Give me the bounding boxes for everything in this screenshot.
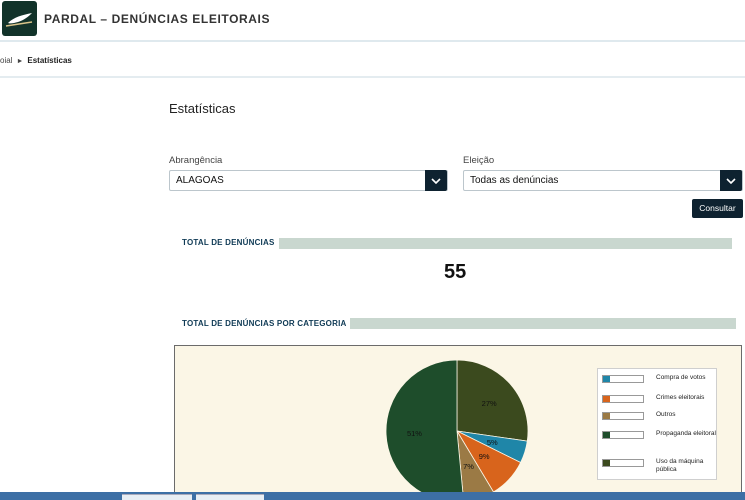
total-section-bar [279,238,732,249]
breadcrumb: oial ► Estatísticas [0,56,72,65]
legend-label: Compra de votos [656,374,706,381]
category-pie-chart: 27% 5% 9% 7% 51% [385,359,529,500]
pie-slice-label: 5% [487,438,498,447]
app-title: PARDAL – DENÚNCIAS ELEITORAIS [44,12,271,26]
pardal-logo[interactable] [2,1,37,36]
legend-swatch-color [603,413,610,419]
pie-slice-label: 7% [463,462,474,471]
legend-swatch-color [603,432,610,438]
eleicao-label: Eleição [463,155,495,166]
legend-swatch-color [603,396,610,402]
consultar-button[interactable]: Consultar [692,199,743,218]
header: PARDAL – DENÚNCIAS ELEITORAIS [0,0,745,42]
bird-icon [5,13,33,27]
legend-swatch [602,459,644,467]
page-title: Estatísticas [169,101,236,116]
legend-label: Outros [656,411,676,418]
legend-swatch [602,375,644,383]
eleicao-select[interactable]: Todas as denúncias [463,170,743,191]
total-value: 55 [444,261,467,283]
category-section-title: TOTAL DE DENÚNCIAS POR CATEGORIA [182,319,347,328]
breadcrumb-home-link[interactable]: oial [0,56,12,65]
taskbar [0,492,745,500]
chevron-down-icon[interactable] [425,170,447,191]
chart-legend: Compra de votos Crimes eleitorais Outros Pr… [597,368,717,480]
taskbar-button[interactable] [196,494,264,500]
legend-swatch-color [603,376,610,382]
breadcrumb-divider [0,76,745,78]
pie-slice[interactable] [385,359,464,500]
breadcrumb-current: Estatísticas [27,56,72,65]
abrangencia-value: ALAGOAS [176,175,224,186]
legend-label: Propaganda eleitoral [656,430,716,437]
pie-slice-label: 27% [482,399,497,408]
legend-swatch [602,431,644,439]
legend-swatch [602,412,644,420]
total-section-title: TOTAL DE DENÚNCIAS [182,238,275,247]
chevron-down-icon[interactable] [720,170,742,191]
legend-label: Uso da máquina pública [656,458,704,473]
category-section-bar [350,318,736,329]
pie-slice-label: 9% [479,452,490,461]
legend-label: Crimes eleitorais [656,394,705,401]
eleicao-value: Todas as denúncias [470,175,559,186]
taskbar-button[interactable] [122,494,192,500]
breadcrumb-separator: ► [16,58,24,65]
app-window: PARDAL – DENÚNCIAS ELEITORAIS oial ► Estat… [0,0,745,500]
legend-swatch-color [603,460,610,466]
pie-slice-label: 51% [407,429,422,438]
abrangencia-label: Abrangência [169,155,223,166]
legend-swatch [602,395,644,403]
category-chart-panel: 27% 5% 9% 7% 51% Compra de votos Crimes eleit… [174,345,742,500]
abrangencia-select[interactable]: ALAGOAS [169,170,448,191]
